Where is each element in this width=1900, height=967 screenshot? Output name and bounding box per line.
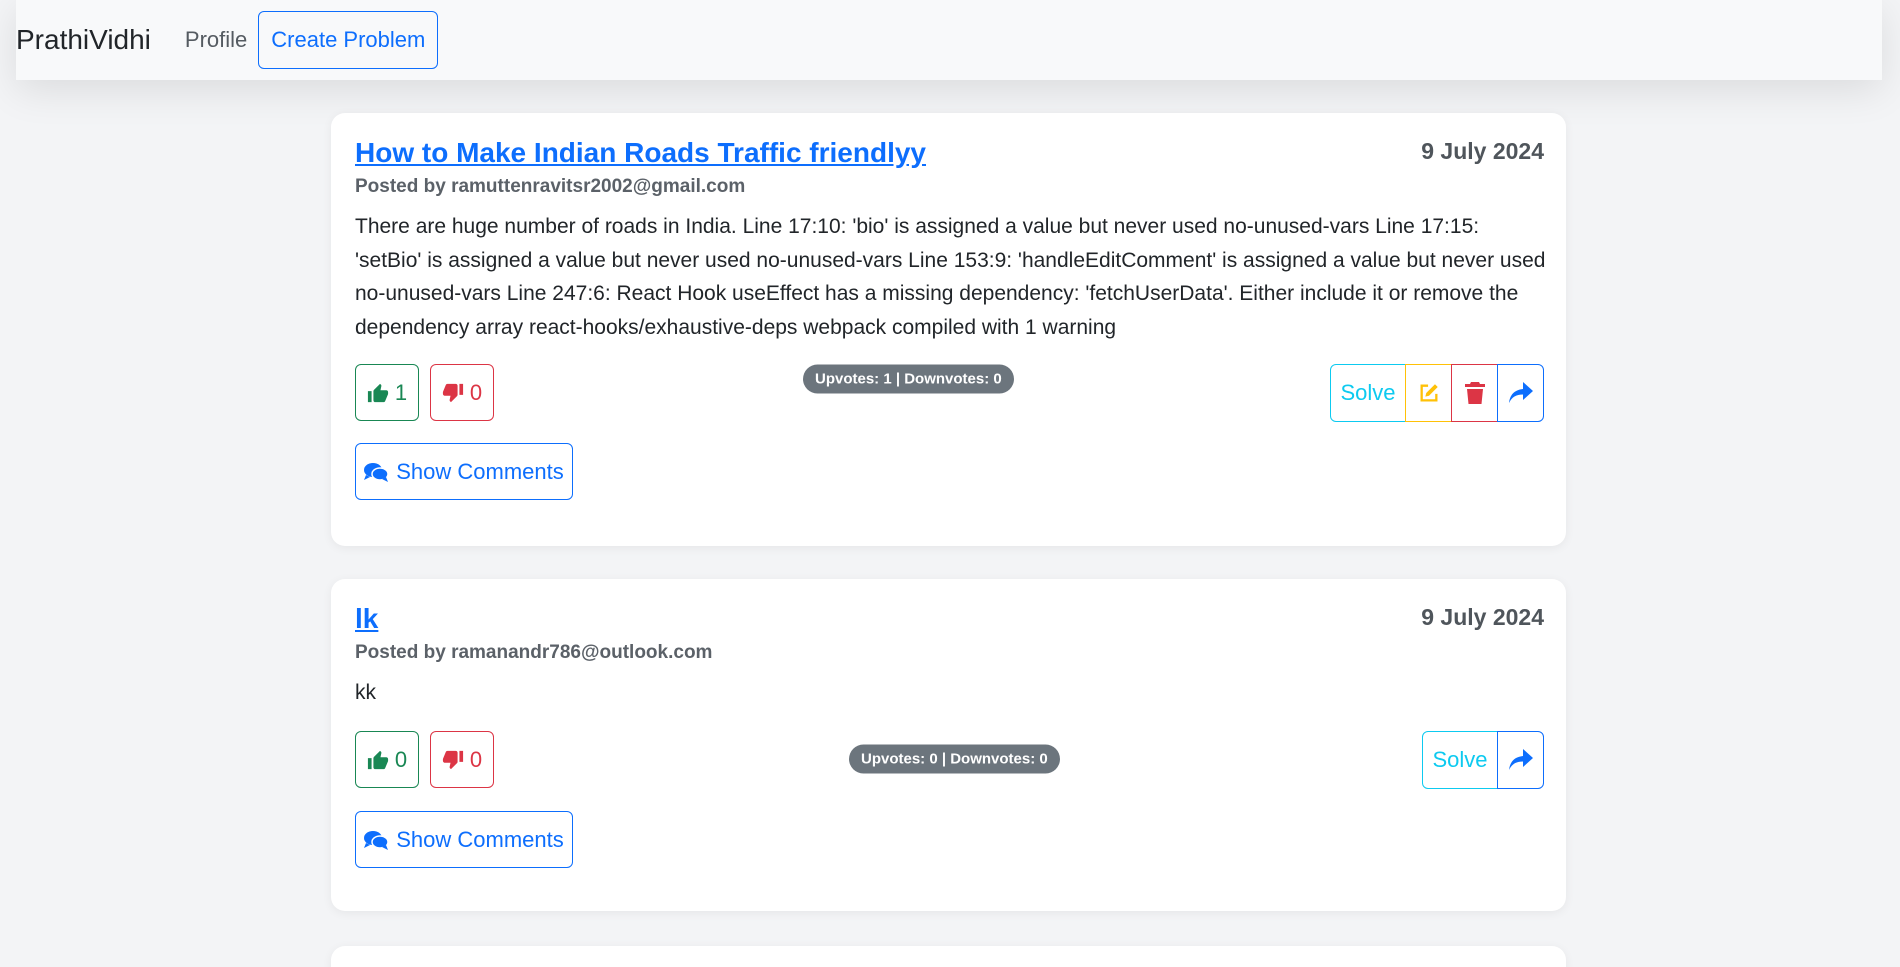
navbar: PrathiVidhi Profile Create Problem (16, 0, 1882, 80)
create-problem-button[interactable]: Create Problem (258, 11, 439, 69)
thumbs-down-icon (442, 382, 464, 404)
upvote-count: 1 (394, 379, 408, 405)
show-comments-button[interactable]: Show Comments (355, 811, 573, 868)
share-button[interactable] (1497, 731, 1544, 789)
share-button[interactable] (1497, 364, 1544, 422)
edit-button[interactable] (1405, 364, 1452, 422)
solve-button[interactable]: Solve (1330, 364, 1406, 422)
post-author: Posted by ramanandr786@outlook.com (355, 642, 713, 663)
thumbs-down-icon (442, 749, 464, 771)
post-title-link[interactable]: lk (355, 603, 378, 635)
downvote-button[interactable]: 0 (430, 731, 494, 788)
vote-summary-badge: Upvotes: 0 | Downvotes: 0 (849, 744, 1060, 774)
delete-button[interactable] (1451, 364, 1498, 422)
comments-icon (364, 462, 389, 482)
show-comments-label: Show Comments (396, 826, 564, 852)
post-description: kk (355, 681, 376, 704)
upvote-count: 0 (394, 746, 408, 772)
post-author: Posted by ramuttenravitsr2002@gmail.com (355, 176, 746, 197)
post-actions: Solve (1422, 731, 1544, 789)
brand-logo[interactable]: PrathiVidhi (16, 24, 151, 56)
post-card: lk 9 July 2024 Posted by ramanandr786@ou… (331, 579, 1566, 911)
upvote-button[interactable]: 1 (355, 364, 419, 421)
share-icon (1508, 382, 1533, 404)
thumbs-up-icon (367, 382, 389, 404)
thumbs-up-icon (367, 749, 389, 771)
post-card (331, 946, 1566, 967)
post-description: There are huge number of roads in India.… (355, 215, 1546, 339)
solve-button[interactable]: Solve (1422, 731, 1498, 789)
comments-icon (364, 830, 389, 850)
downvote-count: 0 (469, 746, 483, 772)
post-title-link[interactable]: How to Make Indian Roads Traffic friendl… (355, 137, 926, 169)
post-date: 9 July 2024 (1421, 604, 1544, 630)
show-comments-label: Show Comments (396, 458, 564, 484)
edit-icon (1418, 382, 1440, 404)
downvote-button[interactable]: 0 (430, 364, 494, 421)
downvote-count: 0 (469, 379, 483, 405)
post-actions: Solve (1330, 364, 1544, 422)
show-comments-button[interactable]: Show Comments (355, 443, 573, 500)
post-date: 9 July 2024 (1421, 138, 1544, 164)
share-icon (1508, 749, 1533, 771)
upvote-button[interactable]: 0 (355, 731, 419, 788)
nav-link-profile[interactable]: Profile (185, 27, 247, 53)
trash-icon (1464, 382, 1485, 404)
vote-summary-badge: Upvotes: 1 | Downvotes: 0 (803, 364, 1014, 394)
post-card: How to Make Indian Roads Traffic friendl… (331, 113, 1566, 546)
